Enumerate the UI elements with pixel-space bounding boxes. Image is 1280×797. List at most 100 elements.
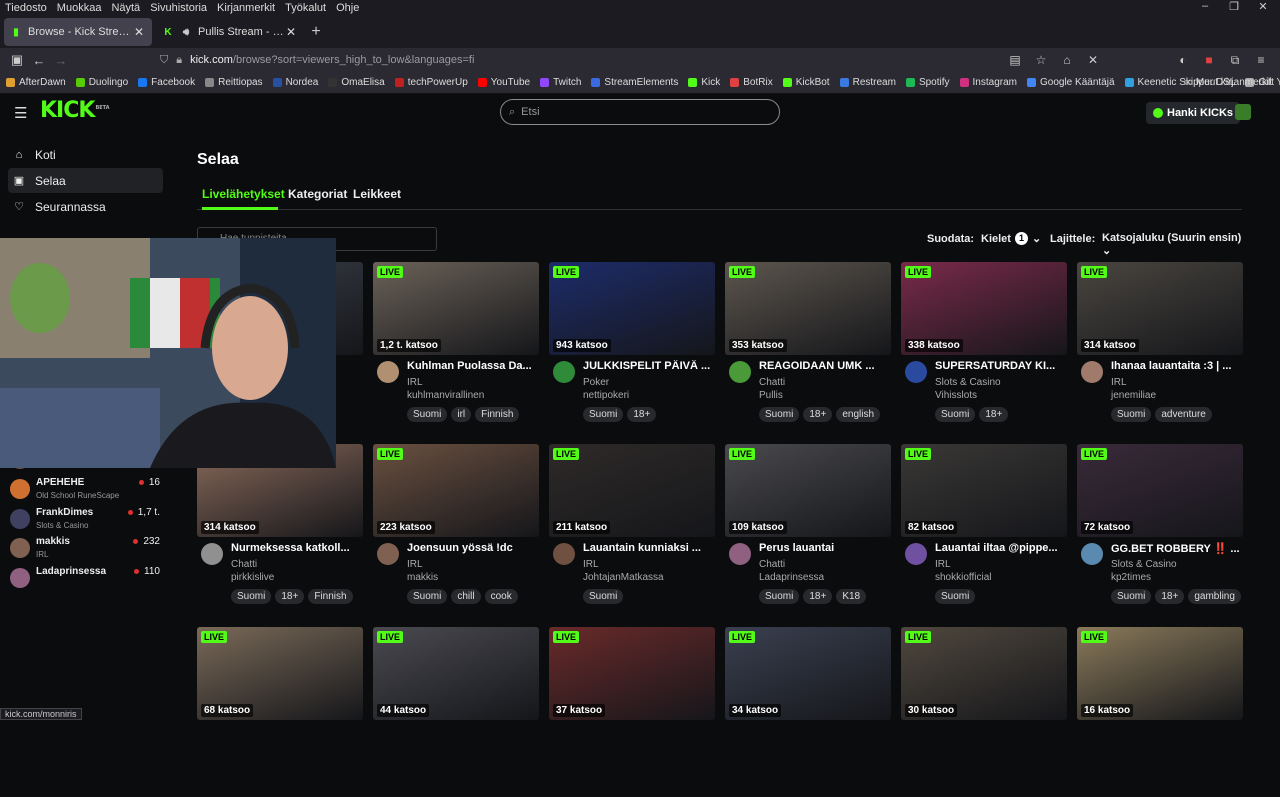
stream-tag[interactable]: Suomi (1111, 407, 1152, 422)
account-icon[interactable]: ◐ (1172, 53, 1194, 67)
streamer-name[interactable]: shokkiofficial (935, 572, 992, 583)
bookmark-item[interactable]: Google Kääntäjä (1021, 77, 1119, 88)
hamburger-menu-icon[interactable]: ☰ (14, 104, 27, 122)
sidebar-item-following[interactable]: ♡ Seurannassa (8, 194, 163, 219)
stream-tag[interactable]: K18 (836, 589, 867, 604)
recommended-channel[interactable]: makkis IRL 232 (10, 533, 160, 563)
streamer-avatar[interactable] (1081, 361, 1103, 383)
stream-title[interactable]: Perus lauantai (759, 542, 889, 554)
tab-pullis[interactable]: K 🔊︎ Pullis Stream - Watch Live on Kick … (156, 18, 304, 46)
forward-icon[interactable]: → (50, 53, 72, 68)
stream-card[interactable]: LIVE 109 katsoo Perus lauantai Chatti Ladapr… (725, 444, 891, 614)
stream-category[interactable]: IRL (935, 559, 951, 570)
extensions-puzzle-icon[interactable]: ⧉ (1224, 53, 1246, 68)
stream-tag[interactable]: Suomi (407, 407, 448, 422)
stream-title[interactable]: GG.BET ROBBERY ‼️ ... (1111, 542, 1241, 555)
close-tab-icon[interactable]: ✕ (132, 25, 146, 39)
stream-tag[interactable]: Suomi (583, 407, 624, 422)
streamer-name[interactable]: kp2times (1111, 572, 1151, 583)
streamer-name[interactable]: Vihisslots (935, 390, 977, 401)
stream-title[interactable]: Lauantain kunniaksi ... (583, 542, 713, 554)
stream-tag[interactable]: chill (451, 589, 481, 604)
sort-dropdown[interactable]: Katsojaluku (Suurin ensin) ⌄ (1102, 232, 1242, 257)
menu-help[interactable]: Ohje (331, 2, 364, 14)
stream-tag[interactable]: irl (451, 407, 472, 422)
new-tab-icon[interactable]: + (304, 23, 328, 41)
stream-thumbnail[interactable]: LIVE 82 katsoo (901, 444, 1067, 537)
close-window-icon[interactable]: ✕ (1246, 0, 1280, 16)
streamer-name[interactable]: makkis (407, 572, 438, 583)
stream-tag[interactable]: Suomi (231, 589, 272, 604)
bookmark-item[interactable]: KickBot (777, 77, 834, 88)
stream-tag[interactable]: 18+ (803, 407, 833, 422)
stream-card[interactable]: LIVE 72 katsoo GG.BET ROBBERY ‼️ ... Slots … (1077, 444, 1243, 614)
stream-thumbnail[interactable]: LIVE 314 katsoo (1077, 262, 1243, 355)
stream-thumbnail[interactable]: LIVE 44 katsoo (373, 627, 539, 720)
stream-tag[interactable]: Suomi (407, 589, 448, 604)
streamer-name[interactable]: kuhlmanvirallinen (407, 390, 484, 401)
streamer-avatar[interactable] (377, 361, 399, 383)
sidebar-item-home[interactable]: ⌂ Koti (8, 142, 163, 167)
bookmark-item[interactable]: YouTube (472, 77, 534, 88)
bookmark-item[interactable]: StreamElements (585, 77, 682, 88)
bookmark-item[interactable]: Kick (682, 77, 724, 88)
bookmark-item[interactable]: Facebook (132, 77, 199, 88)
stream-tag[interactable]: 18+ (275, 589, 305, 604)
bookmark-item[interactable]: Twitch (534, 77, 585, 88)
recommended-channel[interactable]: APEHEHE Old School RuneScape 16 (10, 474, 160, 504)
stream-category[interactable]: IRL (1111, 377, 1127, 388)
stream-thumbnail[interactable]: LIVE 353 katsoo (725, 262, 891, 355)
stream-thumbnail[interactable]: LIVE 16 katsoo (1077, 627, 1243, 720)
get-kicks-button[interactable]: Hanki KICKs (1146, 102, 1241, 124)
stream-tag[interactable]: 18+ (803, 589, 833, 604)
recommended-channel[interactable]: Ladaprinsessa 110 (10, 563, 160, 593)
tab-categories[interactable]: Kategoriat (288, 187, 347, 201)
streamer-avatar[interactable] (201, 543, 223, 565)
tab-livestreams[interactable]: Livelähetykset (202, 187, 285, 201)
stream-card[interactable]: LIVE 37 katsoo (549, 627, 715, 797)
menu-view[interactable]: Näytä (106, 2, 145, 14)
stream-tag[interactable]: adventure (1155, 407, 1212, 422)
stream-tag[interactable]: Finnish (475, 407, 520, 422)
stream-tag[interactable]: gambling (1188, 589, 1241, 604)
stream-thumbnail[interactable]: LIVE 34 katsoo (725, 627, 891, 720)
close-tab-icon[interactable]: ✕ (284, 25, 298, 39)
stream-card[interactable]: LIVE 223 katsoo Joensuun yössä !dc IRL makki… (373, 444, 539, 614)
streamer-name[interactable]: Ladaprinsessa (759, 572, 824, 583)
bookmark-item[interactable]: Nordea (267, 77, 323, 88)
menu-tools[interactable]: Työkalut (280, 2, 331, 14)
stream-thumbnail[interactable]: LIVE 68 katsoo (197, 627, 363, 720)
stream-tag[interactable]: Suomi (583, 589, 624, 604)
stream-card[interactable]: LIVE 68 katsoo (197, 627, 363, 797)
language-filter-dropdown[interactable]: Kielet 1 ⌄ (981, 232, 1041, 245)
menu-history[interactable]: Sivuhistoria (145, 2, 212, 14)
stream-category[interactable]: IRL (583, 559, 599, 570)
stream-thumbnail[interactable]: LIVE 211 katsoo (549, 444, 715, 537)
stream-title[interactable]: Kuhlman Puolassa Da... (407, 360, 537, 372)
bookmark-item[interactable]: AfterDawn (0, 77, 70, 88)
streamer-avatar[interactable] (553, 361, 575, 383)
stream-tag[interactable]: cook (484, 589, 518, 604)
stream-thumbnail[interactable]: LIVE 72 katsoo (1077, 444, 1243, 537)
stream-title[interactable]: JULKKISPELIT PÄIVÄ ... (583, 360, 713, 372)
stream-category[interactable]: IRL (407, 559, 423, 570)
reader-view-icon[interactable]: ▤ (1004, 53, 1026, 67)
streamer-name[interactable]: jenemiliae (1111, 390, 1156, 401)
stream-tag[interactable]: 18+ (1155, 589, 1185, 604)
extension-icon[interactable]: ■ (1198, 53, 1220, 67)
speaker-icon[interactable]: 🔊︎ (180, 26, 192, 38)
stream-category[interactable]: Chatti (759, 377, 785, 388)
app-menu-icon[interactable]: ≡ (1250, 53, 1272, 67)
stream-category[interactable]: Poker (583, 377, 609, 388)
lock-icon[interactable]: 🔒︎ (176, 54, 182, 67)
stop-loading-icon[interactable]: ✕ (1082, 53, 1104, 67)
stream-thumbnail[interactable]: LIVE 943 katsoo (549, 262, 715, 355)
stream-card[interactable]: LIVE 353 katsoo REAGOIDAAN UMK ... Chatti Pu… (725, 262, 891, 432)
streamer-avatar[interactable] (377, 543, 399, 565)
sidebar-toggle-icon[interactable]: ▣ (6, 52, 28, 68)
bookmark-item[interactable]: Restream (834, 77, 900, 88)
stream-thumbnail[interactable]: LIVE 37 katsoo (549, 627, 715, 720)
stream-card[interactable]: LIVE314 katsooNurmeksessa katkoll...Chat… (197, 444, 363, 614)
stream-thumbnail[interactable]: LIVE 1,2 t. katsoo (373, 262, 539, 355)
stream-tag[interactable]: Suomi (759, 407, 800, 422)
